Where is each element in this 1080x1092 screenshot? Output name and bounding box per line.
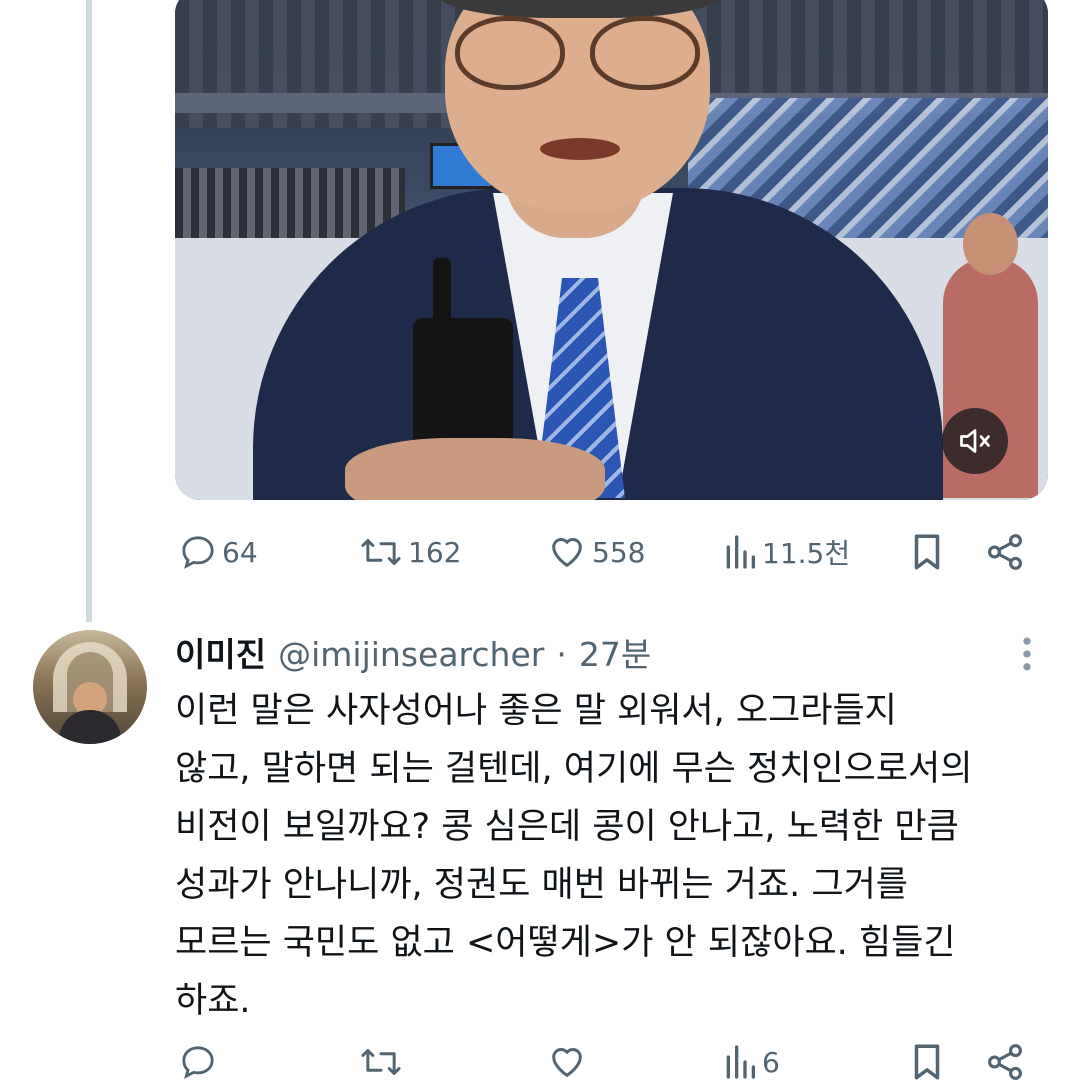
avatar[interactable] — [33, 630, 147, 744]
timestamp[interactable]: 27분 — [579, 628, 651, 676]
unmute-button[interactable] — [942, 408, 1008, 474]
heart-icon — [552, 1048, 582, 1077]
display-name[interactable]: 이미진 — [175, 628, 266, 676]
reply-tweet-text: 이런 말은 사자성어나 좋은 말 외워서, 오그라들지 않고, 말하면 되는 걸… — [175, 682, 1055, 1030]
retweet-count: 162 — [408, 535, 462, 569]
reply-action-bar: 6 — [0, 1032, 1080, 1092]
reply-icon — [182, 536, 214, 569]
reply-header: 이미진 @imijinsearcher · 27분 — [175, 628, 651, 678]
tweet-video[interactable] — [175, 0, 1048, 500]
retweet-icon — [361, 1049, 401, 1075]
text-line: 하죠. — [175, 981, 251, 1021]
separator-dot: · — [556, 635, 567, 674]
bookmark-button[interactable] — [908, 1032, 946, 1092]
reply-icon — [182, 1046, 214, 1079]
share-button[interactable] — [984, 522, 1026, 582]
share-button[interactable] — [984, 1032, 1026, 1092]
share-icon — [988, 534, 1022, 570]
views-button[interactable]: 11.5천 — [722, 522, 850, 582]
reply-count: 64 — [222, 535, 258, 569]
view-count: 11.5천 — [762, 537, 851, 570]
text-line: 모르는 국민도 없고 <어떻게>가 안 되잖아요. 힘들긴 — [175, 923, 956, 963]
text-line: 이런 말은 사자성어나 좋은 말 외워서, 오그라들지 — [175, 691, 897, 731]
text-line: 비전이 보일까요? 콩 심은데 콩이 안나고, 노력한 만큼 — [175, 807, 959, 847]
speaker-muted-icon — [960, 429, 990, 453]
analytics-icon — [726, 535, 755, 569]
like-button[interactable]: 558 — [546, 522, 645, 582]
user-handle[interactable]: @imijinsearcher — [278, 635, 544, 674]
analytics-icon — [726, 1045, 755, 1079]
tweet-action-bar: 64 162 558 11.5천 — [0, 522, 1080, 582]
retweet-button[interactable]: 162 — [358, 522, 461, 582]
share-icon — [988, 1044, 1022, 1080]
views-button[interactable]: 6 — [722, 1032, 780, 1092]
like-count: 558 — [592, 535, 646, 569]
more-options-button[interactable] — [1007, 632, 1047, 676]
view-count: 6 — [762, 1045, 780, 1079]
bookmark-button[interactable] — [908, 522, 946, 582]
reply-button[interactable]: 64 — [178, 522, 258, 582]
more-vertical-icon — [1023, 637, 1031, 671]
text-line: 않고, 말하면 되는 걸텐데, 여기에 무슨 정치인으로서의 — [175, 749, 973, 789]
reply-button[interactable] — [178, 1032, 222, 1092]
like-button[interactable] — [546, 1032, 592, 1092]
retweet-icon — [361, 539, 401, 565]
text-line: 성과가 안나니까, 정권도 매번 바뀌는 거죠. 그거를 — [175, 865, 909, 905]
bookmark-icon — [914, 534, 940, 570]
bookmark-icon — [914, 1044, 940, 1080]
heart-icon — [552, 538, 582, 567]
retweet-button[interactable] — [358, 1032, 408, 1092]
